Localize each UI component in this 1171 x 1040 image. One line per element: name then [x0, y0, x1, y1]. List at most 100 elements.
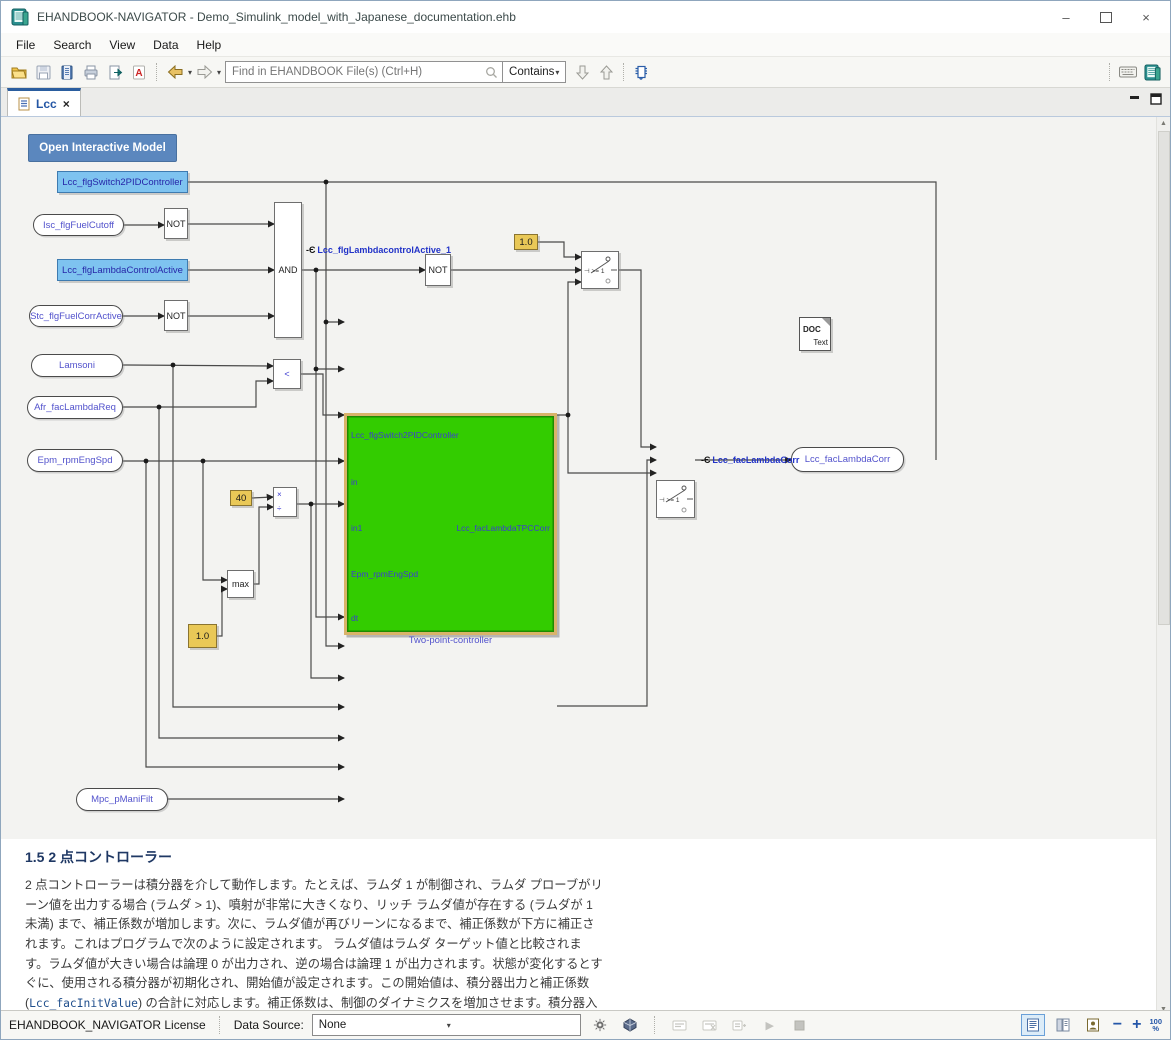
document-icon — [18, 97, 30, 111]
port-label: in — [351, 477, 358, 487]
signal-tag-icon: -Є — [306, 245, 315, 255]
relational-lt-block[interactable]: < — [273, 359, 301, 389]
port-label: dt — [351, 613, 358, 623]
close-button[interactable]: × — [1126, 4, 1166, 30]
keyboard-icon[interactable] — [1116, 60, 1140, 84]
contains-dropdown[interactable]: Contains ▾ — [503, 61, 566, 83]
const-40[interactable]: 40 — [230, 490, 252, 506]
not-block-1[interactable]: NOT — [164, 208, 188, 239]
signal-label[interactable]: -ЄLcc_facLambdaCorr — [701, 455, 799, 465]
minimize-pane-icon[interactable] — [1129, 94, 1140, 104]
menu-bar: File Search View Data Help — [1, 33, 1170, 56]
signal-label[interactable]: -ЄLcc_flgLambdacontrolActive_1 — [306, 245, 451, 255]
find-input[interactable] — [230, 65, 485, 79]
title-bar: EHANDBOOK-NAVIGATOR - Demo_Simulink_mode… — [1, 1, 1170, 33]
open-folder-icon[interactable] — [7, 60, 31, 84]
data-source-caret-icon: ▾ — [447, 1021, 574, 1030]
ehandbook-book-icon[interactable] — [1140, 60, 1164, 84]
zoom-out-button[interactable]: − — [1111, 1016, 1124, 1034]
port-label: in1 — [351, 523, 362, 533]
statusbar-separator — [219, 1016, 221, 1034]
save-icon[interactable] — [31, 60, 55, 84]
doc-paragraph: 2 点コントローラーは積分器を介して動作します。たとえば、ラムダ 1 が制御され… — [25, 876, 603, 1010]
measurement-icon-2 — [699, 1015, 721, 1035]
switch-block-2[interactable]: ⊣ >= 1 — [656, 480, 695, 518]
content-area: Open Interactive Model Lcc_flgSwitch2PID… — [1, 117, 1170, 1010]
and-block[interactable]: AND — [274, 202, 302, 338]
maximize-pane-icon[interactable] — [1150, 93, 1162, 105]
doc-heading: 1.5 2 点コントローラー — [25, 847, 1157, 867]
toolbar-separator — [623, 63, 625, 81]
port-label: Lcc_flgSwitch2PIDController — [351, 430, 459, 440]
divide-block[interactable]: ×÷ — [273, 487, 297, 517]
3d-view-icon[interactable] — [619, 1015, 641, 1035]
input-block-lcc-flgswitch2pidcontroller[interactable]: Lcc_flgSwitch2PIDController — [57, 171, 188, 193]
switch-block-1[interactable]: ⊣ >= 1 — [581, 251, 619, 289]
pdf-icon[interactable]: A — [127, 60, 151, 84]
measurement-icon-3 — [729, 1015, 751, 1035]
single-page-view-button[interactable] — [1021, 1014, 1045, 1036]
export-icon[interactable] — [103, 60, 127, 84]
tab-lcc[interactable]: Lcc × — [7, 88, 81, 116]
presenter-view-button[interactable] — [1081, 1014, 1105, 1036]
main-toolbar: A ▾ ▾ Contains ▾ — [1, 56, 1170, 88]
zoom-in-button[interactable]: + — [1130, 1016, 1143, 1034]
menu-file[interactable]: File — [7, 36, 44, 54]
doc-text-block[interactable]: DOCText — [799, 317, 831, 351]
not-block-2[interactable]: NOT — [164, 300, 188, 331]
window-title: EHANDBOOK-NAVIGATOR - Demo_Simulink_mode… — [37, 10, 1046, 24]
find-next-icon[interactable] — [570, 60, 594, 84]
notebook-icon[interactable] — [55, 60, 79, 84]
contains-caret-icon: ▾ — [555, 68, 559, 77]
play-icon: ▶ — [759, 1015, 781, 1035]
forward-history-caret[interactable]: ▾ — [217, 68, 221, 77]
forward-arrow-icon[interactable] — [192, 60, 216, 84]
open-interactive-model-button[interactable]: Open Interactive Model — [28, 134, 177, 162]
menu-help[interactable]: Help — [188, 36, 231, 54]
max-block[interactable]: max — [227, 570, 254, 598]
const-1-0-bottom[interactable]: 1.0 — [188, 624, 217, 648]
split-view-button[interactable] — [1051, 1014, 1075, 1036]
zoom-reset-button[interactable]: 100% — [1149, 1018, 1162, 1033]
back-arrow-icon[interactable] — [163, 60, 187, 84]
model-diagram: Open Interactive Model Lcc_flgSwitch2PID… — [1, 117, 1157, 839]
print-icon[interactable] — [79, 60, 103, 84]
subsystem-caption: Two-point-controller — [327, 635, 574, 646]
tab-close-icon[interactable]: × — [63, 97, 70, 111]
input-block-lcc-flglambdacontrolactive[interactable]: Lcc_flgLambdaControlActive — [57, 259, 188, 281]
menu-search[interactable]: Search — [44, 36, 100, 54]
vertical-scrollbar[interactable]: ▲ ▼ — [1156, 117, 1170, 1010]
inport-afr-faclambdareq[interactable]: Afr_facLambdaReq — [27, 396, 123, 419]
outport-lcc-faclambdacorr[interactable]: Lcc_facLambdaCorr — [791, 447, 904, 472]
port-label: Epm_rpmEngSpd — [351, 569, 418, 579]
toolbar-separator — [156, 63, 158, 81]
tab-label: Lcc — [36, 97, 57, 111]
inport-stc-flgfuelcorractive[interactable]: Stc_flgFuelCorrActive — [29, 305, 123, 327]
gear-icon[interactable] — [589, 1015, 611, 1035]
scroll-up-arrow[interactable]: ▲ — [1157, 117, 1170, 130]
maximize-button[interactable] — [1086, 4, 1126, 30]
find-input-box[interactable] — [225, 61, 503, 83]
data-source-label: Data Source: — [234, 1018, 304, 1032]
const-1-0-top[interactable]: 1.0 — [514, 234, 538, 250]
inport-lamsoni[interactable]: Lamsoni — [31, 354, 123, 377]
subsystem-two-point-controller[interactable]: Lcc_flgSwitch2PIDControllerin in1 Epm_rpmE… — [344, 413, 557, 635]
minimize-button[interactable]: – — [1046, 4, 1086, 30]
license-label: EHANDBOOK_NAVIGATOR License — [9, 1018, 206, 1032]
scrollbar-thumb[interactable] — [1158, 131, 1170, 625]
port-label: Lcc_facLambdaTPCCorr — [456, 523, 550, 533]
not-block-3[interactable]: NOT — [425, 254, 451, 286]
model-chip-icon[interactable] — [630, 60, 654, 84]
app-window: EHANDBOOK-NAVIGATOR - Demo_Simulink_mode… — [0, 0, 1171, 1040]
inport-isc-flgfuelcutoff[interactable]: Isc_flgFuelCutoff — [33, 214, 124, 236]
menu-data[interactable]: Data — [144, 36, 187, 54]
find-previous-icon[interactable] — [594, 60, 618, 84]
scroll-down-arrow[interactable]: ▼ — [1157, 1003, 1170, 1010]
inport-mpc-pmanifilt[interactable]: Mpc_pManiFilt — [76, 788, 168, 811]
menu-view[interactable]: View — [100, 36, 144, 54]
data-source-select[interactable]: None ▾ — [312, 1014, 581, 1036]
statusbar-separator — [654, 1016, 656, 1034]
documentation-section: 1.5 2 点コントローラー 2 点コントローラーは積分器を介して動作します。た… — [1, 839, 1157, 1010]
inport-epm-rpmengspd[interactable]: Epm_rpmEngSpd — [27, 449, 123, 472]
maximize-icon — [1100, 12, 1112, 23]
